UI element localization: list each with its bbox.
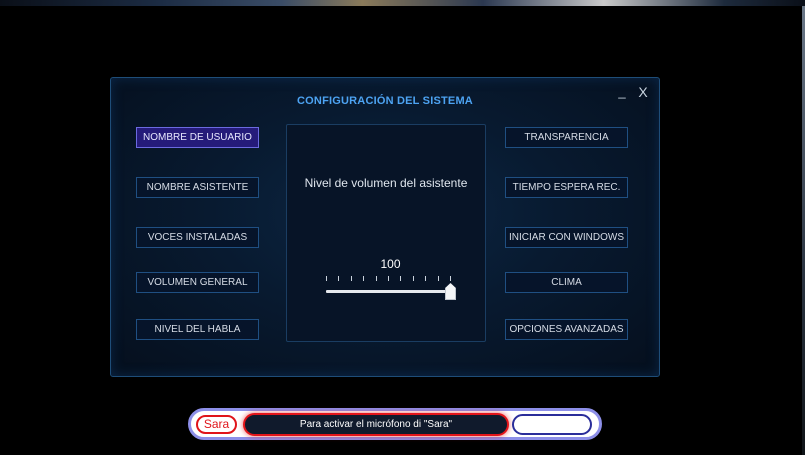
system-config-dialog: CONFIGURACIÓN DEL SISTEMA _ X NOMBRE DE …: [110, 77, 660, 377]
username-button[interactable]: NOMBRE DE USUARIO: [136, 127, 259, 148]
microphone-status: Para activar el micrófono di "Sara": [243, 413, 509, 436]
dialog-title: CONFIGURACIÓN DEL SISTEMA: [297, 95, 473, 107]
weather-button[interactable]: CLIMA: [505, 272, 628, 293]
volume-value: 100: [380, 257, 401, 271]
minimize-button[interactable]: _: [614, 84, 630, 100]
volume-panel-label: Nivel de volumen del asistente: [304, 176, 468, 190]
general-volume-button[interactable]: VOLUMEN GENERAL: [136, 272, 259, 293]
installed-voices-button[interactable]: VOCES INSTALADAS: [136, 227, 259, 248]
slider-tick: [437, 276, 439, 281]
slider-tick: [375, 276, 377, 281]
transparency-button[interactable]: TRANSPARENCIA: [505, 127, 628, 148]
recognition-timeout-button[interactable]: TIEMPO ESPERA REC.: [505, 177, 628, 198]
start-with-windows-button[interactable]: INICIAR CON WINDOWS: [505, 227, 628, 248]
advanced-options-button[interactable]: OPCIONES AVANZADAS: [505, 319, 628, 340]
slider-ticks: [326, 276, 451, 282]
voice-activation-bar: Sara Para activar el micrófono di "Sara": [188, 408, 602, 440]
slider-tick: [350, 276, 352, 281]
slider-tick: [363, 276, 365, 281]
volume-panel: Nivel de volumen del asistente 100: [286, 124, 486, 342]
slider-tick: [388, 276, 389, 281]
close-button[interactable]: X: [635, 84, 651, 100]
slider-tick: [450, 276, 451, 281]
slider-tick: [425, 276, 427, 281]
voice-input-field[interactable]: [512, 414, 592, 435]
speech-level-button[interactable]: NIVEL DEL HABLA: [136, 319, 259, 340]
slider-tick: [400, 276, 402, 281]
slider-tick: [412, 276, 414, 281]
assistant-name-badge[interactable]: Sara: [196, 415, 237, 434]
slider-tick: [326, 276, 327, 281]
assistant-name-button[interactable]: NOMBRE ASISTENTE: [136, 177, 259, 198]
background-desktop-strip: [0, 0, 805, 6]
slider-tick: [338, 276, 340, 281]
volume-slider-thumb[interactable]: [445, 283, 456, 300]
volume-slider-track[interactable]: [326, 290, 451, 293]
